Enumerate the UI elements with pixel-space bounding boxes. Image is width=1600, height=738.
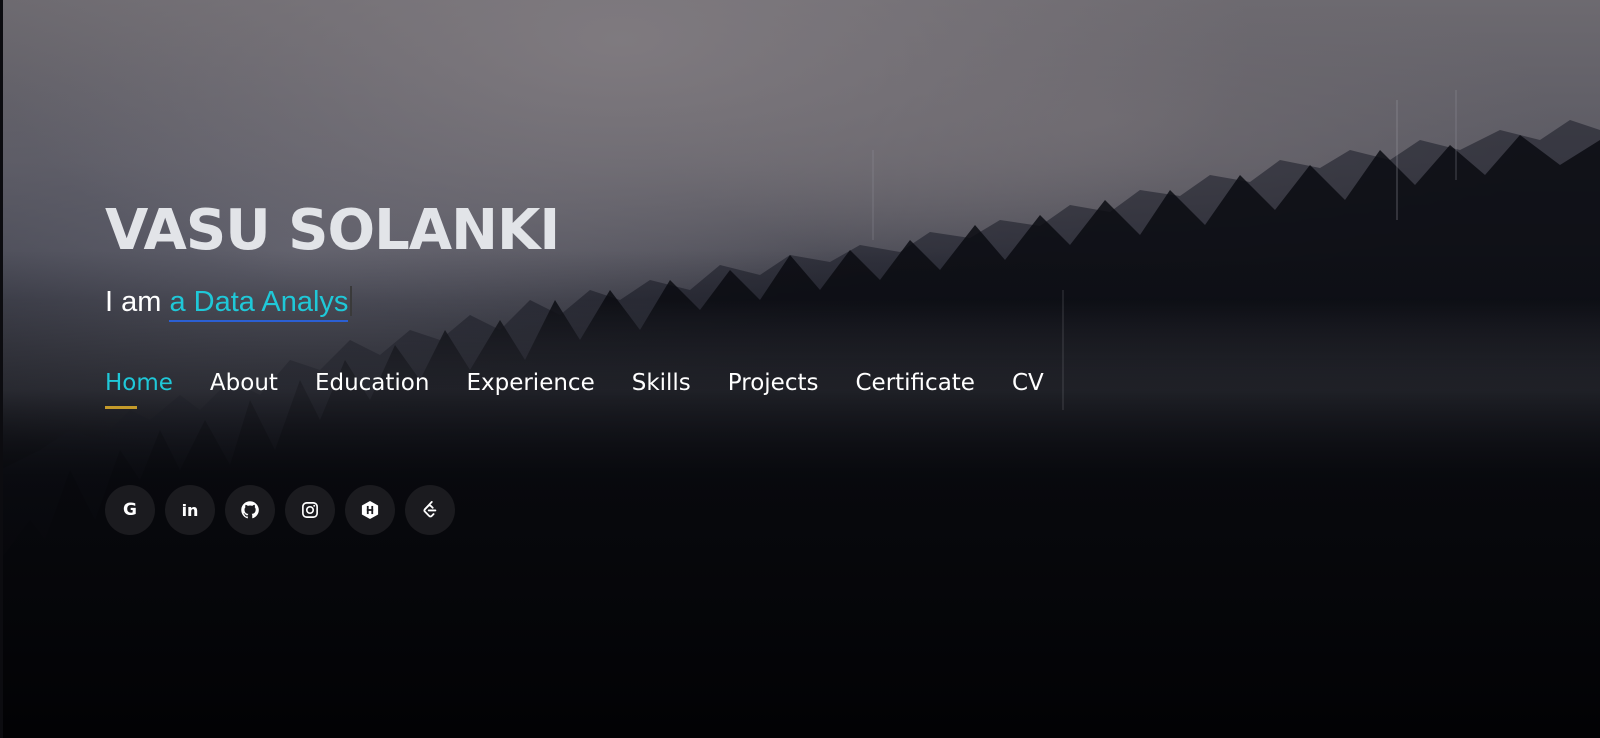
nav-item-experience[interactable]: Experience xyxy=(466,368,594,398)
hero-tagline: I am a Data Analys xyxy=(105,284,353,322)
nav-item-certificate[interactable]: Certificate xyxy=(855,368,974,398)
main-nav: Home About Education Experience Skills P… xyxy=(105,368,1081,409)
typed-role-text: a Data Analys xyxy=(169,286,349,322)
nav-item-home[interactable]: Home xyxy=(105,368,173,409)
nav-item-projects[interactable]: Projects xyxy=(728,368,819,398)
leetcode-link[interactable] xyxy=(405,485,455,535)
hero-name: VASU SOLANKI xyxy=(105,198,560,263)
google-icon: G xyxy=(123,499,137,520)
left-edge-divider xyxy=(0,0,3,738)
github-link[interactable] xyxy=(225,485,275,535)
hackerrank-link[interactable] xyxy=(345,485,395,535)
instagram-link[interactable] xyxy=(285,485,335,535)
instagram-icon xyxy=(302,502,318,518)
hero-section: VASU SOLANKI I am a Data Analys Home Abo… xyxy=(0,0,1600,738)
typing-cursor xyxy=(350,286,353,316)
google-link[interactable]: G xyxy=(105,485,155,535)
nav-item-skills[interactable]: Skills xyxy=(632,368,691,398)
nav-item-about[interactable]: About xyxy=(210,368,278,398)
hackerrank-icon xyxy=(361,501,379,519)
leetcode-icon xyxy=(423,501,437,518)
github-icon xyxy=(241,501,259,519)
linkedin-link[interactable]: in xyxy=(165,485,215,535)
tagline-prefix: I am xyxy=(105,286,170,318)
linkedin-icon: in xyxy=(181,500,199,520)
social-links: G in xyxy=(105,485,465,535)
nav-item-cv[interactable]: CV xyxy=(1012,368,1044,398)
nav-item-education[interactable]: Education xyxy=(315,368,430,398)
